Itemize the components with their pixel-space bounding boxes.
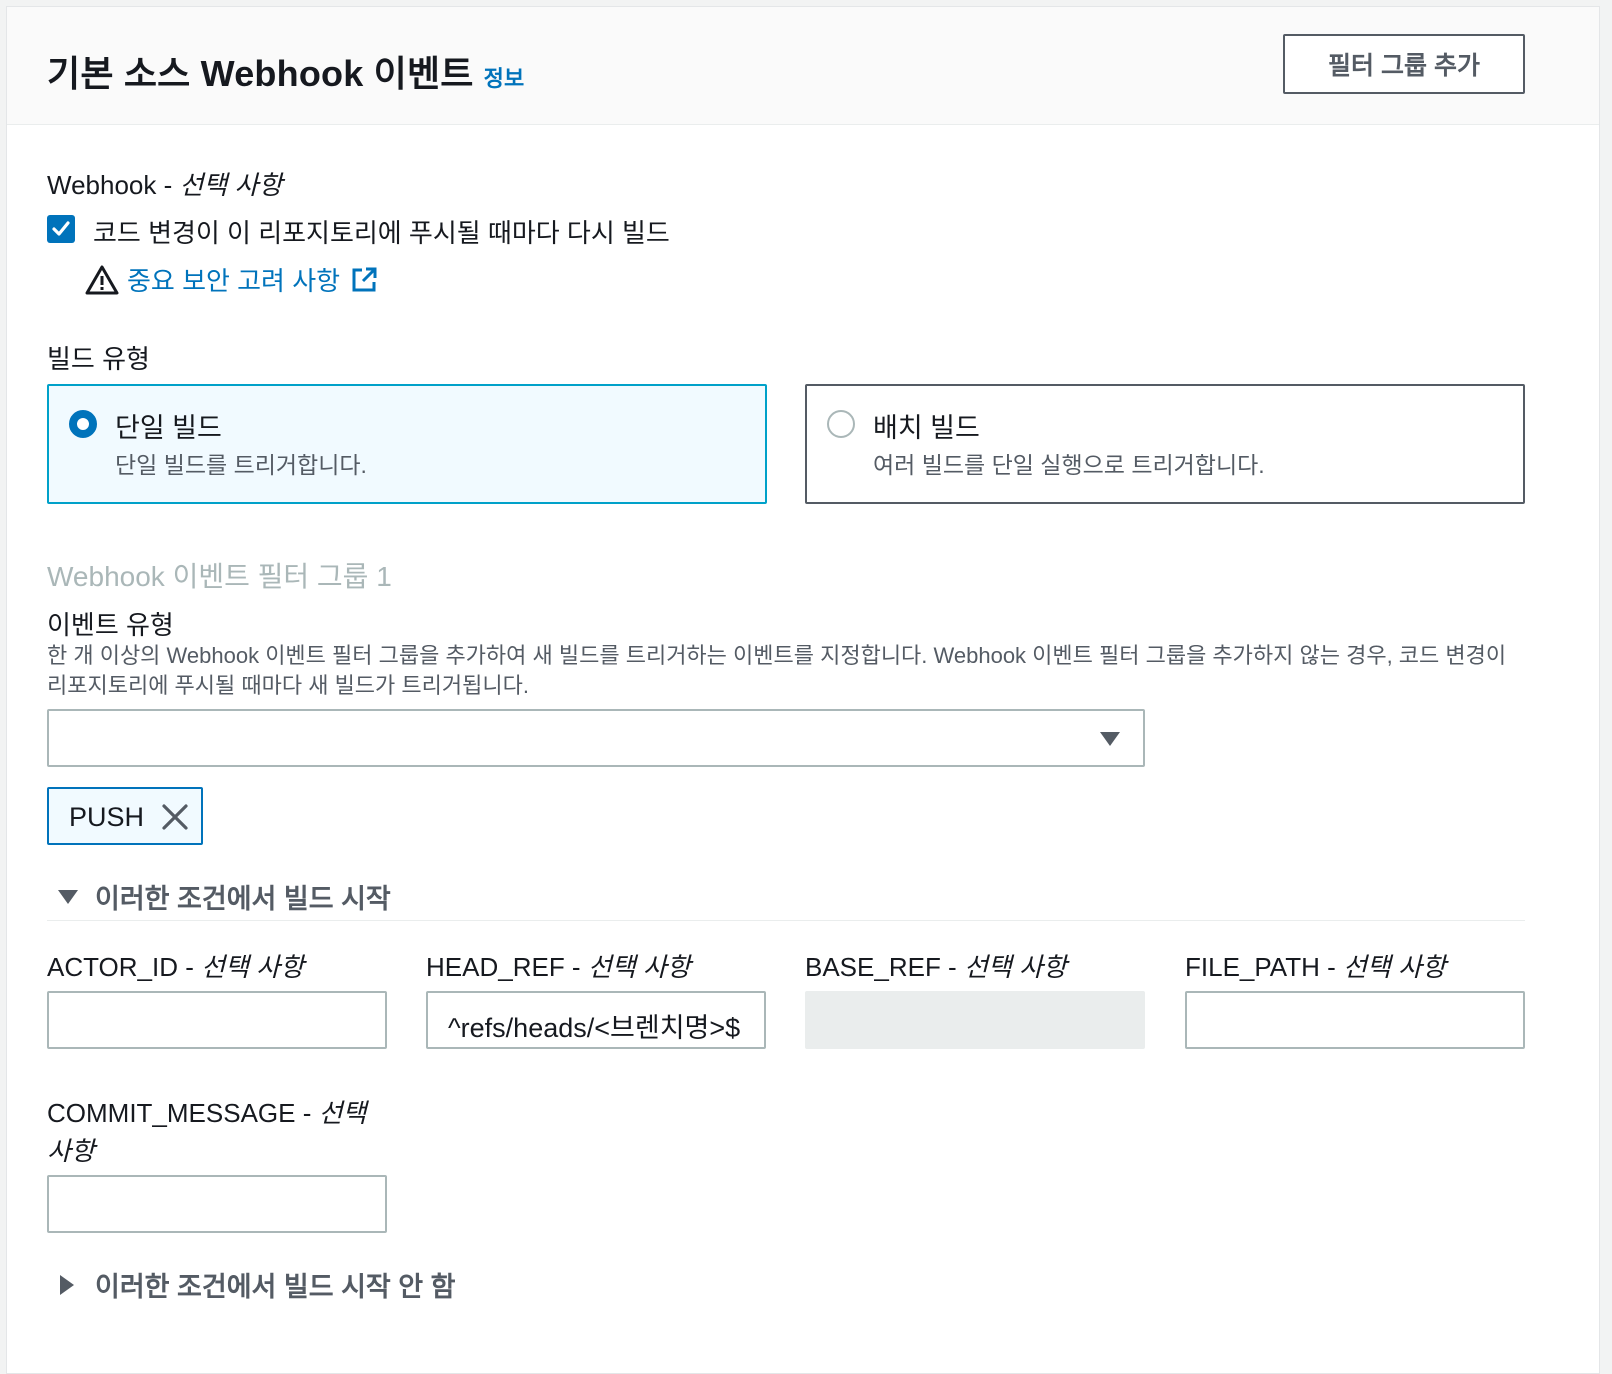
rebuild-checkbox-label[interactable]: 코드 변경이 이 리포지토리에 푸시될 때마다 다시 빌드	[93, 213, 670, 250]
head-ref-input[interactable]: ^refs/heads/<브렌치명>$	[426, 991, 766, 1049]
file-path-input[interactable]	[1185, 991, 1525, 1049]
webhook-events-panel: 기본 소스 Webhook 이벤트 정보 필터 그룹 추가 Webhook - 선…	[6, 6, 1600, 1374]
base-ref-label: BASE_REF - 선택 사항	[805, 952, 1067, 982]
batch-build-description: 여러 빌드를 단일 실행으로 트리거합니다.	[873, 452, 1265, 478]
batch-build-title: 배치 빌드	[873, 413, 980, 443]
head-ref-name: HEAD_REF	[426, 952, 565, 982]
event-token-push: PUSH	[47, 787, 203, 845]
commit-message-label: COMMIT_MESSAGE - 선택	[47, 1098, 367, 1128]
event-type-select[interactable]	[47, 709, 1145, 767]
actor-id-optional: 선택 사항	[201, 952, 305, 982]
commit-message-name: COMMIT_MESSAGE	[47, 1098, 296, 1128]
caret-down-icon	[1100, 732, 1120, 746]
commit-message-optional-1: 선택	[318, 1098, 367, 1128]
event-type-label: 이벤트 유형	[47, 610, 174, 640]
commit-message-input[interactable]	[47, 1175, 387, 1233]
close-icon[interactable]	[161, 803, 189, 831]
build-type-batch-card[interactable]: 배치 빌드 여러 빌드를 단일 실행으로 트리거합니다.	[805, 384, 1525, 504]
actor-id-name: ACTOR_ID	[47, 952, 178, 982]
check-icon	[52, 221, 70, 236]
single-build-description: 단일 빌드를 트리거합니다.	[115, 452, 367, 478]
divider	[47, 920, 1525, 921]
build-type-label: 빌드 유형	[47, 344, 150, 374]
start-conditions-expander[interactable]: 이러한 조건에서 빌드 시작	[57, 877, 391, 916]
build-type-single-card[interactable]: 단일 빌드 단일 빌드를 트리거합니다.	[47, 384, 767, 504]
event-type-description-line2: 리포지토리에 푸시될 때마다 새 빌드가 트리거됩니다.	[47, 673, 529, 698]
webhook-label-optional: 선택 사항	[179, 170, 283, 200]
base-ref-name: BASE_REF	[805, 952, 941, 982]
base-ref-optional: 선택 사항	[963, 952, 1067, 982]
do-not-start-label: 이러한 조건에서 빌드 시작 안 함	[95, 1272, 456, 1302]
panel-header: 기본 소스 Webhook 이벤트 정보 필터 그룹 추가	[7, 7, 1599, 125]
filter-group-heading: Webhook 이벤트 필터 그룹 1	[47, 561, 392, 592]
file-path-label: FILE_PATH - 선택 사항	[1185, 952, 1446, 982]
panel-title-text: 기본 소스 Webhook 이벤트	[47, 53, 474, 94]
event-token-label: PUSH	[69, 802, 145, 832]
head-ref-label: HEAD_REF - 선택 사항	[426, 952, 691, 982]
event-type-description-line1: 한 개 이상의 Webhook 이벤트 필터 그룹을 추가하여 새 빌드를 트리…	[47, 643, 1507, 668]
panel-title: 기본 소스 Webhook 이벤트 정보	[47, 45, 524, 97]
external-link-icon	[352, 267, 377, 291]
webhook-label-text: Webhook -	[47, 170, 180, 200]
actor-id-input[interactable]	[47, 991, 387, 1049]
warning-icon	[85, 265, 119, 294]
file-path-name: FILE_PATH	[1185, 952, 1320, 982]
caret-right-icon	[60, 1274, 74, 1295]
webhook-label: Webhook - 선택 사항	[47, 165, 282, 202]
base-ref-input	[805, 991, 1145, 1049]
add-filter-group-button[interactable]: 필터 그룹 추가	[1283, 34, 1525, 94]
single-build-title: 단일 빌드	[115, 413, 222, 443]
head-ref-optional: 선택 사항	[587, 952, 691, 982]
security-link-row[interactable]: 중요 보안 고려 사항	[85, 261, 378, 298]
info-link[interactable]: 정보	[484, 66, 525, 91]
commit-message-optional-2: 사항	[47, 1136, 95, 1166]
head-ref-value: ^refs/heads/<브렌치명>$	[448, 1013, 741, 1043]
start-conditions-label: 이러한 조건에서 빌드 시작	[95, 884, 391, 914]
radio-single-build[interactable]	[69, 410, 97, 438]
file-path-optional: 선택 사항	[1342, 952, 1446, 982]
caret-down-icon	[58, 889, 78, 904]
radio-batch-build[interactable]	[827, 410, 855, 438]
actor-id-label: ACTOR_ID - 선택 사항	[47, 952, 305, 982]
do-not-start-expander[interactable]: 이러한 조건에서 빌드 시작 안 함	[59, 1265, 455, 1304]
rebuild-checkbox[interactable]	[47, 215, 75, 243]
security-considerations-link[interactable]: 중요 보안 고려 사항	[127, 261, 340, 298]
